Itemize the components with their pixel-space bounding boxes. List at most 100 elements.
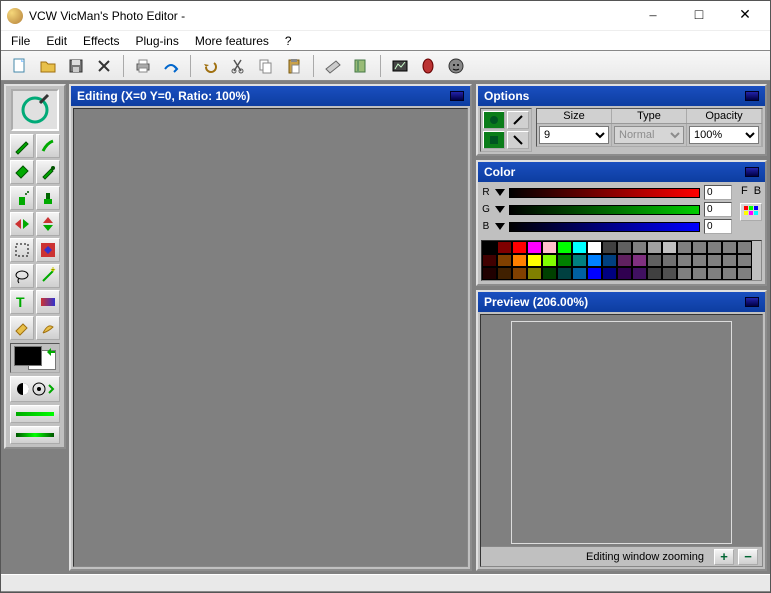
save-icon[interactable] <box>63 54 89 78</box>
menu-file[interactable]: File <box>5 32 40 50</box>
palette-swatch[interactable] <box>647 267 662 280</box>
preview-panel-title[interactable]: Preview (206.00%) <box>478 292 765 312</box>
lasso-tool[interactable] <box>10 264 34 288</box>
palette-swatch[interactable] <box>527 241 542 254</box>
palette-swatch[interactable] <box>512 267 527 280</box>
palette-swatch[interactable] <box>587 241 602 254</box>
palette-swatch[interactable] <box>737 267 752 280</box>
close-button[interactable]: ✕ <box>722 2 768 30</box>
options-panel-title[interactable]: Options <box>478 86 765 106</box>
blue-gradient[interactable] <box>509 222 700 232</box>
palette-swatch[interactable] <box>662 241 677 254</box>
eyedropper-tool[interactable] <box>36 160 60 184</box>
slider-thumb-icon[interactable] <box>495 223 505 230</box>
catalog-icon[interactable] <box>348 54 374 78</box>
palette-swatch[interactable] <box>677 241 692 254</box>
contrast-tool[interactable] <box>10 376 60 402</box>
text-tool[interactable]: T <box>10 290 34 314</box>
palette-swatch[interactable] <box>632 241 647 254</box>
palette-swatch[interactable] <box>557 267 572 280</box>
line-style-1[interactable] <box>10 405 60 423</box>
palette-swatch[interactable] <box>677 267 692 280</box>
effects-icon[interactable] <box>387 54 413 78</box>
opacity-select[interactable]: 100% <box>689 126 759 144</box>
collapse-icon[interactable] <box>745 91 759 101</box>
editing-canvas[interactable] <box>73 108 468 567</box>
palette-swatch[interactable] <box>602 267 617 280</box>
wand-tool[interactable] <box>36 264 60 288</box>
palette-swatch[interactable] <box>557 254 572 267</box>
palette-swatch[interactable] <box>602 241 617 254</box>
menu-more[interactable]: More features <box>189 32 279 50</box>
undo-icon[interactable] <box>197 54 223 78</box>
fg-color-swatch[interactable] <box>14 346 42 366</box>
shape-square[interactable] <box>483 131 505 149</box>
eraser-tool[interactable] <box>10 316 34 340</box>
slider-thumb-icon[interactable] <box>495 189 505 196</box>
new-file-icon[interactable] <box>7 54 33 78</box>
palette-swatch[interactable] <box>617 254 632 267</box>
palette-swatch[interactable] <box>482 241 497 254</box>
palette-swatch[interactable] <box>707 267 722 280</box>
palette-swatch[interactable] <box>497 254 512 267</box>
palette-swatch[interactable] <box>587 254 602 267</box>
palette-swatch[interactable] <box>737 254 752 267</box>
palette-swatch[interactable] <box>482 267 497 280</box>
slider-thumb-icon[interactable] <box>495 206 505 213</box>
shape-diag1[interactable] <box>507 111 529 129</box>
palette-swatch[interactable] <box>482 254 497 267</box>
spray-tool[interactable] <box>10 186 34 210</box>
palette-swatch[interactable] <box>617 267 632 280</box>
red-value-input[interactable] <box>704 185 732 200</box>
size-select[interactable]: 9 <box>539 126 609 144</box>
red-gradient[interactable] <box>509 188 700 198</box>
maximize-button[interactable]: □ <box>676 2 722 30</box>
palette-swatch[interactable] <box>497 267 512 280</box>
palette-swatch[interactable] <box>692 267 707 280</box>
cut-icon[interactable] <box>225 54 251 78</box>
palette-swatch[interactable] <box>707 254 722 267</box>
copy-icon[interactable] <box>253 54 279 78</box>
palette-swatch[interactable] <box>677 254 692 267</box>
palette-swatch[interactable] <box>497 241 512 254</box>
minimize-button[interactable]: – <box>630 2 676 30</box>
blue-value-input[interactable] <box>704 219 732 234</box>
palette-swatch[interactable] <box>572 254 587 267</box>
color-swatch[interactable] <box>10 343 60 373</box>
palette-swatch[interactable] <box>707 241 722 254</box>
print-icon[interactable] <box>130 54 156 78</box>
menu-help[interactable]: ? <box>279 32 302 50</box>
palette-swatch[interactable] <box>572 241 587 254</box>
palette-swatch[interactable] <box>647 241 662 254</box>
green-value-input[interactable] <box>704 202 732 217</box>
palette-swatch[interactable] <box>662 254 677 267</box>
palette-swatch[interactable] <box>542 254 557 267</box>
palette-swatch[interactable] <box>572 267 587 280</box>
menu-effects[interactable]: Effects <box>77 32 129 50</box>
line-style-2[interactable] <box>10 426 60 444</box>
palette-swatch[interactable] <box>632 267 647 280</box>
brush-tool[interactable] <box>36 134 60 158</box>
palette-swatch[interactable] <box>602 254 617 267</box>
green-gradient[interactable] <box>509 205 700 215</box>
delete-icon[interactable] <box>91 54 117 78</box>
menu-edit[interactable]: Edit <box>40 32 77 50</box>
shape-diag2[interactable] <box>507 131 529 149</box>
palette-swatch[interactable] <box>542 267 557 280</box>
paste-icon[interactable] <box>281 54 307 78</box>
collapse-icon[interactable] <box>745 167 759 177</box>
flip-h-tool[interactable] <box>10 212 34 236</box>
preview-area[interactable]: Editing window zooming + − <box>480 314 763 567</box>
palette-swatch[interactable] <box>527 267 542 280</box>
collapse-icon[interactable] <box>450 91 464 101</box>
palette-swatch[interactable] <box>737 241 752 254</box>
select-rect-tool[interactable] <box>10 238 34 262</box>
palette-swatch[interactable] <box>692 241 707 254</box>
color-panel-title[interactable]: Color <box>478 162 765 182</box>
smudge-tool[interactable] <box>36 316 60 340</box>
palette-swatch[interactable] <box>557 241 572 254</box>
flip-v-tool[interactable] <box>36 212 60 236</box>
zoom-in-button[interactable]: + <box>714 549 734 565</box>
pencil-tool[interactable] <box>10 134 34 158</box>
menu-plugins[interactable]: Plug-ins <box>130 32 189 50</box>
